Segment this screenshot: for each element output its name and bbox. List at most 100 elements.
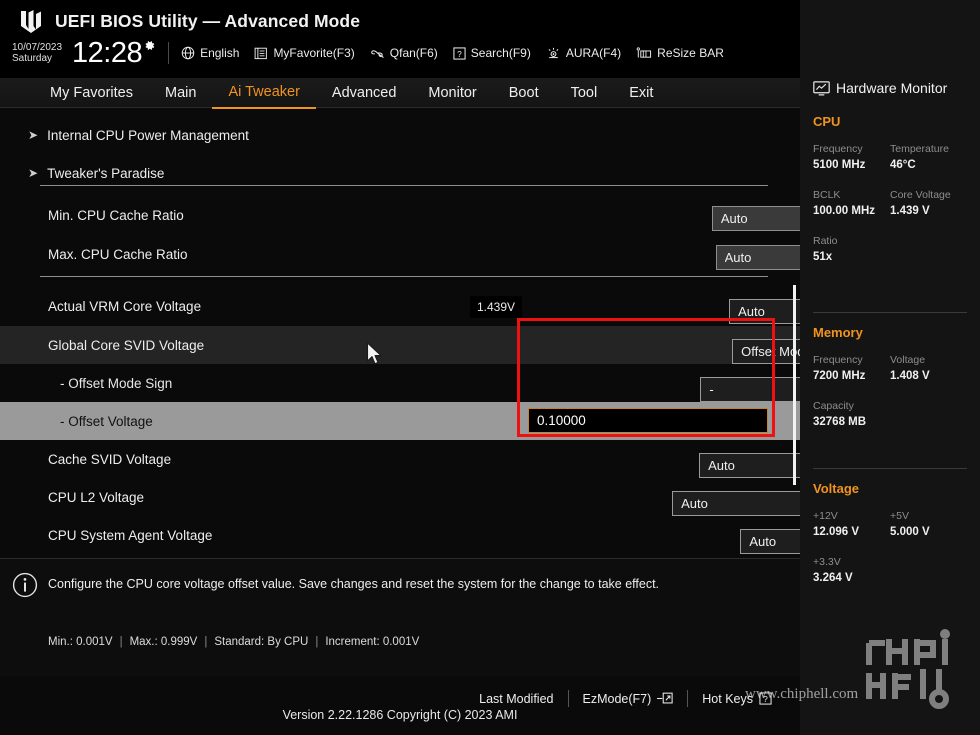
tab-main[interactable]: Main — [149, 78, 212, 108]
hw-item-key: +5V — [890, 510, 909, 522]
tool-resize-bar[interactable]: ReSize BAR — [636, 46, 724, 60]
min-cpu-cache-ratio-select[interactable]: Auto — [711, 205, 800, 231]
tool-search[interactable]: ? Search(F9) — [453, 46, 531, 60]
tool-qfan[interactable]: Qfan(F6) — [370, 46, 438, 60]
global-core-svid-voltage-select[interactable]: Offset Mode — [732, 338, 800, 364]
hw-item-key: BCLK — [813, 189, 841, 201]
footer-label: Hot Keys — [702, 691, 753, 706]
info-icon — [12, 572, 38, 598]
hw-items: Frequency 5100 MHz Temperature 46°C BCLK… — [813, 142, 967, 280]
setting-row-min-cpu-cache-ratio[interactable]: Min. CPU Cache Ratio Auto — [0, 199, 800, 231]
cpu-l2-voltage-select[interactable]: Auto — [672, 490, 800, 516]
tab-ai-tweaker[interactable]: Ai Tweaker — [212, 77, 316, 109]
cpu-system-agent-voltage-select[interactable]: Auto — [740, 528, 800, 554]
hw-item-value: 5.000 V — [890, 526, 930, 538]
date-text: 10/07/2023 — [12, 41, 63, 53]
hw-item-value: 1.439 V — [890, 205, 930, 217]
tool-label: MyFavorite(F3) — [273, 46, 355, 60]
header-tools: English MyFavorite(F3) Qfan(F6) ? Search… — [181, 46, 724, 60]
hw-item-key: Ratio — [813, 235, 838, 247]
gear-icon[interactable] — [143, 39, 156, 52]
hw-item-capacity: Capacity 32768 MB — [813, 399, 890, 430]
chevron-right-icon: ➤ — [28, 166, 39, 180]
hw-items: +12V 12.096 V +5V 5.000 V +3.3V 3.264 V — [813, 509, 967, 601]
hot-keys-button[interactable]: Hot Keys ? — [688, 692, 786, 706]
setting-row-cache-svid-voltage[interactable]: Cache SVID Voltage Auto — [0, 440, 800, 478]
cache-svid-voltage-select[interactable]: Auto — [699, 452, 800, 478]
setting-row-max-cpu-cache-ratio[interactable]: Max. CPU Cache Ratio Auto — [0, 238, 800, 270]
settings-list: ➤ Internal CPU Power Management ➤ Tweake… — [0, 109, 800, 558]
hw-item-key: Frequency — [813, 354, 863, 366]
tool-label: ReSize BAR — [657, 46, 724, 60]
footer-bar: Last Modified EzMode(F7) Hot Keys ? — [0, 676, 800, 735]
tab-monitor[interactable]: Monitor — [412, 78, 492, 108]
submenu-label: Internal CPU Power Management — [47, 127, 249, 143]
hw-item-value: 1.408 V — [890, 370, 930, 382]
hw-section-cpu: CPU Frequency 5100 MHz Temperature 46°C … — [813, 114, 967, 280]
setting-row-actual-vrm-core-voltage[interactable]: Actual VRM Core Voltage 1.439V Auto — [0, 288, 800, 324]
submenu-internal-cpu-power-management[interactable]: ➤ Internal CPU Power Management — [0, 121, 800, 149]
hw-item-value: 46°C — [890, 159, 916, 171]
section-divider — [40, 185, 768, 186]
last-modified-button[interactable]: Last Modified — [465, 692, 567, 706]
help-description: Configure the CPU core voltage offset va… — [48, 577, 660, 591]
footer-buttons: Last Modified EzMode(F7) Hot Keys ? — [465, 690, 786, 707]
hw-item-key: Temperature — [890, 143, 949, 155]
tab-boot[interactable]: Boot — [493, 78, 555, 108]
tab-tool[interactable]: Tool — [555, 78, 614, 108]
submenu-label: Tweaker's Paradise — [47, 165, 165, 181]
tool-language[interactable]: English — [181, 46, 239, 60]
setting-row-cpu-system-agent-voltage[interactable]: CPU System Agent Voltage Auto — [0, 516, 800, 554]
ez-mode-button[interactable]: EzMode(F7) — [569, 692, 688, 706]
setting-row-offset-voltage[interactable]: - Offset Voltage 0.10000 — [0, 402, 800, 440]
hardware-monitor-header: Hardware Monitor — [813, 80, 947, 96]
select-value: Auto — [738, 303, 765, 319]
hw-section-title: CPU — [813, 114, 841, 129]
hw-item-value: 51x — [813, 251, 833, 263]
setting-row-cpu-l2-voltage[interactable]: CPU L2 Voltage Auto — [0, 478, 800, 516]
tool-myfavorite[interactable]: MyFavorite(F3) — [254, 46, 355, 60]
svg-text:?: ? — [457, 48, 462, 58]
input-value: 0.10000 — [537, 413, 586, 428]
select-value: Auto — [681, 495, 708, 511]
actual-vrm-core-voltage-readout: 1.439V — [470, 296, 523, 318]
submenu-tweakers-paradise[interactable]: ➤ Tweaker's Paradise — [0, 159, 800, 187]
tab-my-favorites[interactable]: My Favorites — [34, 78, 149, 108]
actual-vrm-core-voltage-select[interactable]: Auto — [729, 298, 800, 324]
hw-item-key: Frequency — [813, 143, 863, 155]
setting-row-offset-mode-sign[interactable]: - Offset Mode Sign - — [0, 364, 800, 402]
hw-items: Frequency 7200 MHz Voltage 1.408 V Capac… — [813, 353, 967, 445]
date-block: 10/07/2023 Saturday — [8, 42, 70, 65]
tool-label: English — [200, 46, 240, 60]
hw-item-value: 5100 MHz — [813, 159, 866, 171]
settings-scrollbar[interactable] — [793, 112, 796, 555]
svg-text:?: ? — [763, 694, 768, 704]
version-text: Version 2.22.1286 Copyright (C) 2023 AMI — [282, 708, 518, 722]
hw-item-frequency: Frequency 5100 MHz — [813, 142, 890, 173]
hw-item-value: 7200 MHz — [813, 370, 866, 382]
setting-row-global-core-svid-voltage[interactable]: Global Core SVID Voltage Offset Mode — [0, 326, 800, 364]
hw-section-title: Memory — [813, 325, 863, 340]
question-box-icon: ? — [453, 46, 466, 60]
hw-item-core-voltage: Core Voltage 1.439 V — [890, 188, 967, 219]
header-meta-row: 10/07/2023 Saturday 12:28 English MyFavo… — [8, 36, 724, 70]
chevron-right-icon: ➤ — [28, 128, 39, 142]
hw-item-33v: +3.3V 3.264 V — [813, 555, 890, 586]
offset-mode-sign-select[interactable]: - — [700, 376, 800, 402]
hw-item-value: 3.264 V — [813, 572, 853, 584]
max-cpu-cache-ratio-select[interactable]: Auto — [715, 244, 800, 270]
constraint-min: Min.: 0.001V — [48, 636, 113, 648]
select-value: Offset Mode — [741, 343, 800, 359]
setting-label: CPU L2 Voltage — [48, 489, 145, 505]
hardware-monitor-title: Hardware Monitor — [836, 80, 948, 96]
hardware-monitor-panel: Hardware Monitor CPU Frequency 5100 MHz … — [800, 0, 980, 735]
offset-voltage-input[interactable]: 0.10000 — [528, 408, 768, 433]
hw-divider — [813, 468, 967, 469]
select-value: Auto — [724, 249, 752, 265]
tool-aura[interactable]: AURA(F4) — [546, 46, 621, 60]
scrollbar-thumb[interactable] — [793, 285, 796, 485]
hw-item-mem-voltage: Voltage 1.408 V — [890, 353, 967, 384]
tab-advanced[interactable]: Advanced — [316, 78, 413, 108]
tab-exit[interactable]: Exit — [613, 78, 669, 108]
hw-divider — [813, 312, 967, 313]
